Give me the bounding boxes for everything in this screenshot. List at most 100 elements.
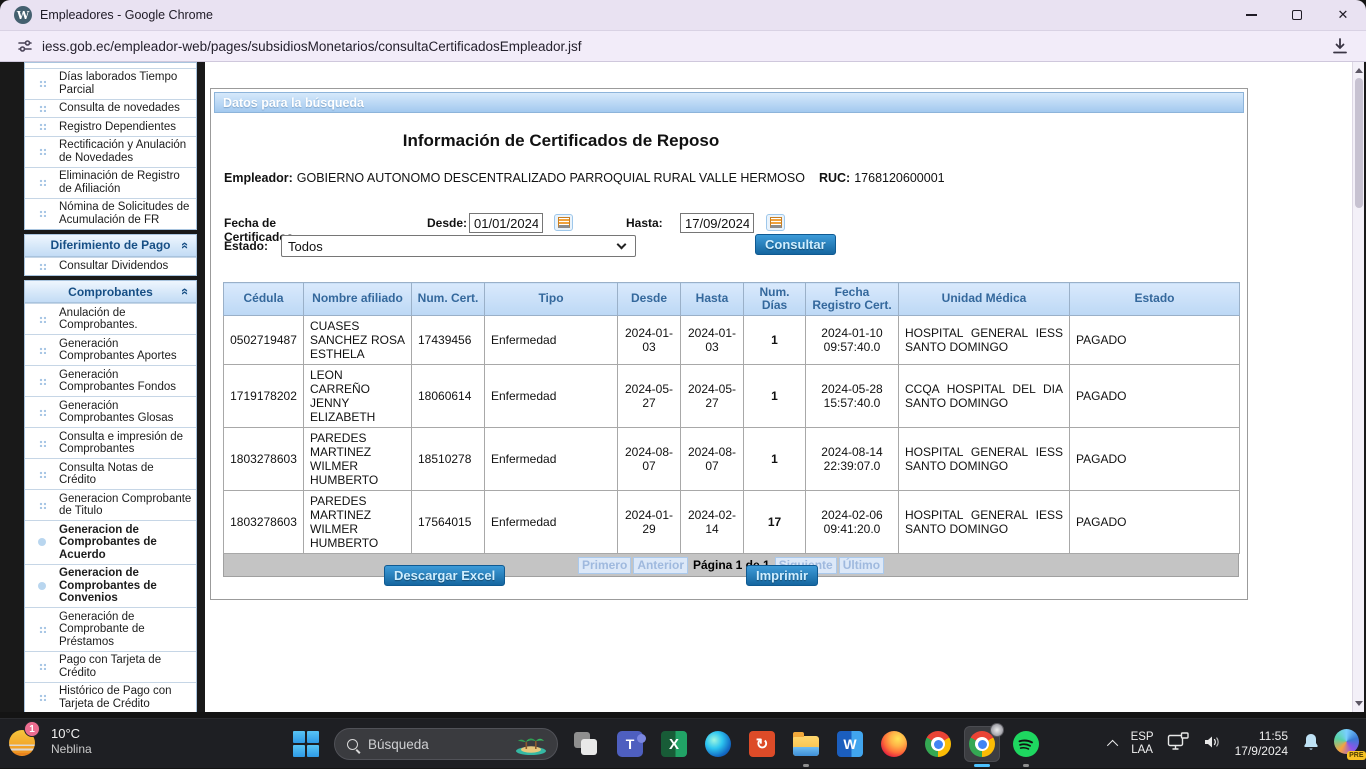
sidebar-item-label: Generacion Comprobante de Titulo (59, 493, 194, 518)
table-cell: 1803278603 (224, 428, 304, 491)
table-cell: PAREDES MARTINEZ WILMER HUMBERTO (304, 428, 412, 491)
minimize-button[interactable] (1228, 0, 1274, 30)
employer-value: GOBIERNO AUTONOMO DESCENTRALIZADO PARROQ… (297, 171, 805, 185)
sidebar-item-label: Días laborados Tiempo Parcial (59, 71, 194, 96)
drag-dots-icon (39, 347, 46, 354)
sidebar-item[interactable]: Generación Comprobantes Aportes (25, 334, 196, 365)
drag-dots-icon (39, 663, 46, 670)
file-explorer-button[interactable] (784, 720, 828, 768)
copilot-button[interactable]: PRE (1334, 729, 1360, 759)
calendar-icon[interactable] (766, 214, 785, 231)
profile-badge-icon (990, 723, 1004, 737)
collapse-icon: « (178, 288, 193, 295)
sidebar-item[interactable]: Generacion de Comprobantes de Convenios (25, 564, 196, 608)
running-indicator (1023, 764, 1029, 767)
pagination-prev-button[interactable]: Anterior (633, 557, 688, 574)
descargar-excel-button[interactable]: Descargar Excel (384, 565, 505, 586)
edge-button[interactable] (696, 720, 740, 768)
taskbar-search[interactable] (334, 728, 558, 760)
scrollbar-thumb[interactable] (1355, 78, 1363, 208)
sidebar-item-label: Rectificación y Anulación de Novedades (59, 139, 194, 164)
table-column-header: Num. Cert. (412, 283, 485, 316)
network-icon[interactable] (1167, 732, 1189, 757)
chrome-button[interactable] (916, 720, 960, 768)
weather-widget[interactable]: 1 10°C Neblina (6, 724, 92, 758)
sidebar-item[interactable]: Registro Dependientes (25, 117, 196, 136)
table-cell: PAGADO (1070, 365, 1240, 428)
sidebar-item[interactable]: Histórico de Pago con Tarjeta de Crédito (25, 682, 196, 713)
task-view-button[interactable] (564, 720, 608, 768)
maximize-button[interactable] (1274, 0, 1320, 30)
search-input[interactable] (368, 737, 488, 752)
imprimir-button[interactable]: Imprimir (746, 565, 818, 586)
sidebar-item[interactable]: Días laborados Tiempo Parcial (25, 68, 196, 99)
sidebar-item[interactable]: Consulta de novedades (25, 99, 196, 118)
sidebar-section-header[interactable]: Diferimiento de Pago« (25, 235, 196, 257)
volume-icon[interactable] (1202, 733, 1222, 756)
sidebar-item[interactable]: Generación Comprobantes Glosas (25, 396, 196, 427)
calendar-icon[interactable] (554, 214, 573, 231)
chrome-active-button[interactable] (960, 720, 1004, 768)
consultar-button[interactable]: Consultar (755, 234, 836, 255)
site-settings-icon[interactable] (16, 37, 34, 55)
table-row: 1803278603PAREDES MARTINEZ WILMER HUMBER… (224, 428, 1240, 491)
spotify-button[interactable] (1004, 720, 1048, 768)
sidebar-item[interactable]: Consulta Notas de Crédito (25, 458, 196, 489)
sidebar-item[interactable]: Rectificación y Anulación de Novedades (25, 136, 196, 167)
firefox-button[interactable] (872, 720, 916, 768)
table-column-header: Num. Días (744, 283, 806, 316)
sidebar-item-label: Avisos de Entrada (59, 62, 194, 65)
sidebar-item[interactable]: Generación Comprobantes Fondos (25, 365, 196, 396)
url-field[interactable]: iess.gob.ec/empleador-web/pages/subsidio… (42, 39, 582, 54)
word-icon: W (837, 731, 863, 757)
vertical-scrollbar[interactable] (1352, 62, 1364, 712)
scroll-down-icon[interactable] (1355, 701, 1363, 706)
sidebar-item[interactable]: Generacion Comprobante de Titulo (25, 489, 196, 520)
sidebar-item[interactable]: Nómina de Solicitudes de Acumulación de … (25, 198, 196, 229)
download-icon[interactable] (1330, 36, 1350, 56)
sidebar-item[interactable]: Generacion de Comprobantes de Acuerdo (25, 520, 196, 564)
pdf-app-button[interactable]: ↻ (740, 720, 784, 768)
hasta-input[interactable] (680, 213, 754, 233)
estado-select[interactable]: Todos (281, 235, 636, 257)
excel-icon: X (661, 731, 687, 757)
language-indicator[interactable]: ESP LAA (1131, 731, 1154, 757)
teams-button[interactable]: T (608, 720, 652, 768)
notifications-bell-icon[interactable] (1301, 732, 1321, 757)
close-button[interactable]: ✕ (1320, 0, 1366, 30)
clock[interactable]: 11:55 17/9/2024 (1235, 729, 1288, 759)
sidebar-section-header[interactable]: Comprobantes« (25, 281, 196, 303)
sidebar-item[interactable]: Consulta e impresión de Comprobantes (25, 427, 196, 458)
table-cell: 18060614 (412, 365, 485, 428)
pagination-last-button[interactable]: Último (839, 557, 884, 574)
drag-dots-icon (39, 316, 46, 323)
pagination-first-button[interactable]: Primero (578, 557, 631, 574)
sidebar-group: Comprobantes«Anulación de Comprobantes.G… (24, 280, 197, 712)
desde-input[interactable] (469, 213, 543, 233)
sidebar-item[interactable]: Pago con Tarjeta de Crédito (25, 651, 196, 682)
drag-dots-icon (39, 502, 46, 509)
table-cell: HOSPITAL GENERAL IESS SANTO DOMINGO (899, 491, 1070, 554)
estado-filter-row: Estado: Todos Consultar (224, 237, 1234, 259)
pdf-app-icon: ↻ (749, 731, 775, 757)
search-icon (347, 739, 358, 750)
sidebar-item[interactable]: Consultar Dividendos (25, 257, 196, 276)
windows-logo-icon (293, 731, 319, 757)
table-cell: 2024-08-07 (681, 428, 744, 491)
table-column-header: Fecha Registro Cert. (806, 283, 899, 316)
sidebar-item[interactable]: Anulación de Comprobantes. (25, 303, 196, 334)
hidden-icons-chevron-icon[interactable] (1107, 740, 1118, 751)
word-button[interactable]: W (828, 720, 872, 768)
table-cell: CCQA HOSPITAL DEL DIA SANTO DOMINGO (899, 365, 1070, 428)
excel-button[interactable]: X (652, 720, 696, 768)
scroll-up-icon[interactable] (1355, 68, 1363, 73)
sidebar-item[interactable]: Generación de Comprobante de Préstamos (25, 607, 196, 651)
minimize-icon (1246, 14, 1257, 16)
table-cell: 2024-02-06 09:41:20.0 (806, 491, 899, 554)
start-button[interactable] (284, 720, 328, 768)
active-window-indicator (974, 764, 990, 767)
task-view-icon (574, 732, 598, 756)
drag-dots-icon (39, 409, 46, 416)
sidebar-item[interactable]: Eliminación de Registro de Afiliación (25, 167, 196, 198)
estado-selected-value: Todos (288, 239, 323, 254)
